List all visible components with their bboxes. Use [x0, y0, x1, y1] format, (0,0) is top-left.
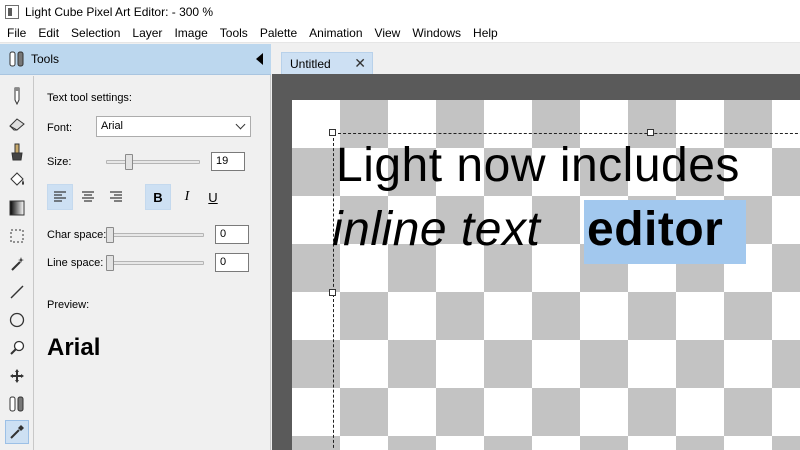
line-space-slider-thumb[interactable] [106, 255, 114, 271]
line-space-input[interactable]: 0 [215, 253, 249, 272]
menu-animation[interactable]: Animation [303, 23, 368, 43]
text-selection-top-edge [333, 133, 800, 134]
size-slider-track[interactable] [106, 160, 200, 164]
underline-label: U [208, 189, 218, 205]
title-bar: Light Cube Pixel Art Editor: - 300 % [0, 0, 800, 23]
tools-panel-header: Tools [0, 44, 271, 75]
menu-layer[interactable]: Layer [126, 23, 168, 43]
font-preview: Arial [47, 334, 101, 361]
menu-file[interactable]: File [0, 23, 32, 43]
line-space-slider-track[interactable] [106, 261, 204, 265]
menu-windows[interactable]: Windows [406, 23, 467, 43]
eyedropper-icon [10, 425, 24, 439]
tools-panel: Tools Text tool settings: Font: Arial Si… [0, 44, 271, 450]
zoom-tool[interactable] [5, 336, 29, 360]
eraser-tool[interactable] [5, 112, 29, 136]
size-slider-thumb[interactable] [125, 154, 133, 170]
ellipse-tool[interactable] [5, 308, 29, 332]
italic-button[interactable]: I [174, 184, 200, 210]
clone-tool[interactable] [5, 392, 29, 416]
eraser-icon [9, 118, 25, 131]
chevron-down-icon [235, 119, 246, 130]
fill-tool[interactable] [5, 168, 29, 192]
bold-label: B [153, 189, 163, 205]
menu-palette[interactable]: Palette [254, 23, 303, 43]
document-tab-bar: Untitled ✕ [272, 44, 800, 74]
preview-label: Preview: [47, 299, 90, 311]
menu-image[interactable]: Image [168, 23, 213, 43]
font-select[interactable]: Arial [96, 116, 251, 137]
char-space-label: Char space: [47, 229, 107, 241]
eyedropper-tool[interactable] [5, 420, 29, 444]
magic-wand-icon [11, 257, 24, 271]
align-center-button[interactable] [75, 184, 101, 210]
align-left-icon [54, 191, 66, 202]
tab-untitled[interactable]: Untitled ✕ [281, 52, 373, 74]
char-space-slider-track[interactable] [106, 233, 204, 237]
align-left-button[interactable] [47, 184, 73, 210]
clone-icon [9, 396, 24, 412]
text-tool-settings: Text tool settings: Font: Arial Size: 19… [35, 76, 270, 450]
rect-select-icon [10, 229, 24, 243]
fill-bucket-icon [10, 172, 24, 186]
line-tool[interactable] [5, 280, 29, 304]
resize-handle-top-middle[interactable] [647, 129, 654, 136]
ellipse-icon [9, 312, 25, 328]
menu-view[interactable]: View [369, 23, 407, 43]
close-icon[interactable]: ✕ [354, 55, 366, 71]
menu-selection[interactable]: Selection [65, 23, 126, 43]
gradient-icon [9, 200, 25, 216]
align-right-icon [110, 191, 122, 202]
char-space-input[interactable]: 0 [215, 225, 249, 244]
collapse-panel-icon[interactable] [256, 53, 263, 65]
canvas-text-selected-word[interactable]: editor [587, 202, 723, 257]
canvas-workspace[interactable]: Light now includes inline text editor [272, 74, 800, 450]
tools-panel-title: Tools [31, 52, 60, 66]
settings-heading: Text tool settings: [47, 92, 132, 104]
size-input[interactable]: 19 [211, 152, 245, 171]
magic-wand-tool[interactable] [5, 252, 29, 276]
menu-help[interactable]: Help [467, 23, 504, 43]
tab-label: Untitled [290, 56, 331, 71]
gradient-tool[interactable] [5, 196, 29, 220]
canvas-text-line-1[interactable]: Light now includes [336, 138, 740, 193]
bold-button[interactable]: B [145, 184, 171, 210]
line-icon [10, 285, 24, 299]
pencil-icon [14, 87, 20, 105]
italic-label: I [184, 189, 190, 204]
font-select-value: Arial [101, 120, 124, 132]
brush-icon [11, 143, 23, 161]
underline-button[interactable]: U [200, 184, 226, 210]
size-label: Size: [47, 156, 72, 168]
brush-tool[interactable] [5, 140, 29, 164]
canvas-text-line-2[interactable]: inline text [332, 202, 540, 257]
tools-panel-icon [9, 50, 25, 68]
menu-edit[interactable]: Edit [32, 23, 65, 43]
menu-bar: File Edit Selection Layer Image Tools Pa… [0, 23, 800, 43]
tool-strip [0, 76, 34, 450]
resize-handle-middle-left[interactable] [329, 289, 336, 296]
drawing-canvas[interactable]: Light now includes inline text editor [292, 100, 800, 450]
font-label: Font: [47, 122, 73, 134]
app-icon [5, 4, 19, 19]
menu-tools[interactable]: Tools [214, 23, 254, 43]
align-center-icon [82, 191, 94, 202]
rect-select-tool[interactable] [5, 224, 29, 248]
zoom-icon [10, 340, 25, 355]
pencil-tool[interactable] [5, 84, 29, 108]
window-title: Light Cube Pixel Art Editor: - 300 % [25, 4, 214, 19]
char-space-slider-thumb[interactable] [106, 227, 114, 243]
line-space-label: Line space: [47, 257, 104, 269]
resize-handle-top-left[interactable] [329, 129, 336, 136]
align-right-button[interactable] [103, 184, 129, 210]
move-icon [10, 369, 24, 383]
move-tool[interactable] [5, 364, 29, 388]
